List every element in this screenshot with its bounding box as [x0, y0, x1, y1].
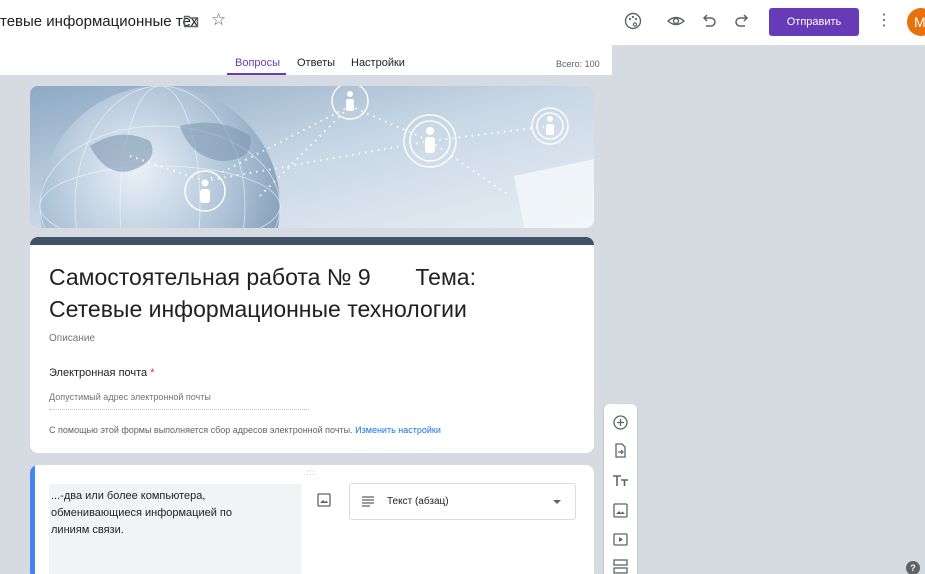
add-image-icon[interactable]	[612, 502, 629, 519]
tab-bar: Вопросы Ответы Настройки Всего: 100	[0, 45, 612, 75]
total-points: Всего: 100	[556, 59, 600, 69]
header-banner-image	[30, 86, 594, 228]
question-type-label: Текст (абзац)	[387, 496, 449, 507]
active-question-indicator	[30, 465, 35, 574]
email-field: Допустимый адрес электронной почты	[49, 392, 309, 410]
add-image-icon[interactable]	[316, 492, 332, 508]
required-mark: *	[150, 367, 155, 379]
star-icon[interactable]: ☆	[211, 10, 226, 30]
paragraph-icon	[362, 496, 374, 507]
tab-questions[interactable]: Вопросы	[235, 57, 280, 69]
form-title-card: Самостоятельная работа № 9 Тема: Сетевые…	[30, 237, 594, 453]
email-label-text: Электронная почта	[49, 367, 148, 379]
change-settings-link[interactable]: Изменить настройки	[355, 425, 441, 435]
add-video-icon[interactable]	[612, 531, 629, 548]
undo-icon[interactable]	[699, 11, 719, 31]
preview-icon[interactable]	[666, 11, 686, 31]
import-questions-icon[interactable]	[612, 442, 629, 459]
tab-settings[interactable]: Настройки	[351, 57, 405, 69]
chevron-down-icon	[553, 500, 561, 504]
add-question-icon[interactable]	[612, 414, 629, 431]
form-description[interactable]: Описание	[49, 333, 95, 344]
document-title[interactable]: тевые информационные тех	[0, 13, 198, 30]
add-section-icon[interactable]	[612, 558, 629, 574]
redo-icon[interactable]	[732, 11, 752, 31]
help-icon[interactable]: ?	[906, 561, 920, 574]
avatar[interactable]: М	[907, 8, 925, 36]
email-label: Электронная почта *	[49, 367, 155, 379]
collect-emails-note: С помощью этой формы выполняется сбор ад…	[49, 425, 441, 435]
tab-responses[interactable]: Ответы	[297, 57, 335, 69]
drag-handle-icon[interactable]: :::	[306, 468, 316, 477]
tab-divider	[0, 75, 612, 76]
question-text[interactable]: ...-два или более компьютера, обменивающ…	[51, 488, 271, 539]
folder-icon[interactable]	[183, 13, 199, 29]
title-card-accent	[30, 237, 594, 245]
question-type-select[interactable]: Текст (абзац)	[349, 483, 576, 520]
add-title-icon[interactable]	[612, 472, 629, 489]
question-card[interactable]: ::: ...-два или более компьютера, обмени…	[30, 465, 594, 574]
more-options-icon[interactable]: ⋮	[876, 11, 892, 31]
send-button[interactable]: Отправить	[769, 8, 859, 36]
side-toolbar	[604, 404, 637, 574]
top-bar: тевые информационные тех ☆ Отправить ⋮ М	[0, 0, 925, 45]
collect-note-text: С помощью этой формы выполняется сбор ад…	[49, 425, 353, 435]
palette-icon[interactable]	[623, 11, 643, 31]
form-title[interactable]: Самостоятельная работа № 9 Тема: Сетевые…	[49, 261, 569, 325]
